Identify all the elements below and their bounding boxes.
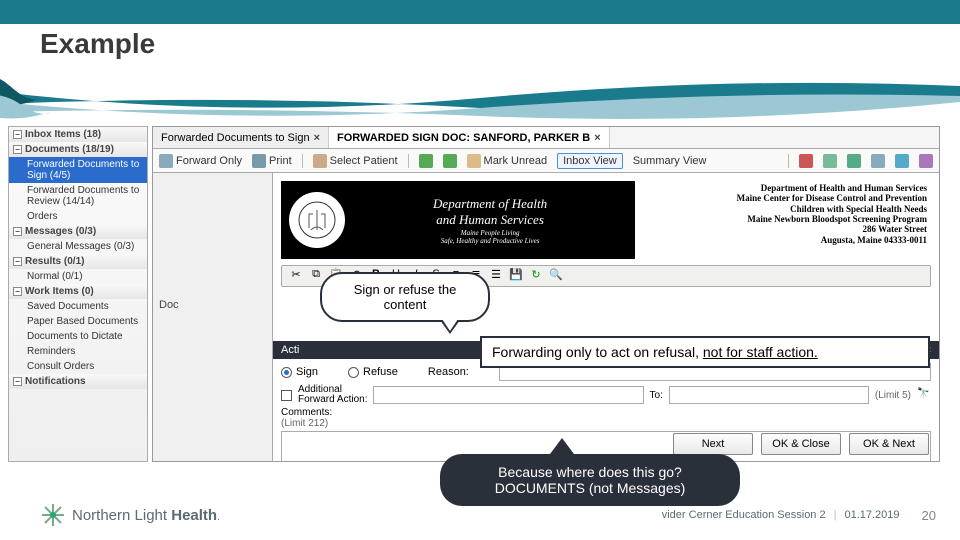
print-icon bbox=[252, 154, 266, 168]
tab-label: FORWARDED SIGN DOC: SANFORD, PARKER B bbox=[337, 132, 590, 144]
footer-session: vider Cerner Education Session 2 bbox=[662, 509, 826, 521]
ok-close-button[interactable]: OK & Close bbox=[761, 433, 841, 455]
prev-button[interactable] bbox=[419, 154, 433, 168]
callout-forwarding: Forwarding only to act on refusal, not f… bbox=[480, 336, 930, 368]
refuse-radio[interactable]: Refuse bbox=[348, 366, 398, 378]
inbox-view-button[interactable]: Inbox View bbox=[557, 153, 623, 169]
tree-item-paper-docs[interactable]: Paper Based Documents bbox=[9, 314, 147, 329]
footer-date: 01.17.2019 bbox=[844, 509, 899, 521]
tab-fwd-docs[interactable]: Forwarded Documents to Sign × bbox=[153, 127, 329, 148]
summary-view-button[interactable]: Summary View bbox=[633, 155, 707, 167]
tool-icon-5[interactable] bbox=[895, 154, 909, 168]
tree-group-notifications[interactable]: −Notifications bbox=[9, 374, 147, 389]
forward-action-label: Forward Action: bbox=[298, 395, 367, 405]
callout-where-goes: Because where does this go? DOCUMENTS (n… bbox=[440, 454, 740, 506]
tool-icon-1[interactable] bbox=[799, 154, 813, 168]
wave-decoration bbox=[0, 68, 960, 124]
refresh-icon[interactable]: ↻ bbox=[528, 268, 544, 284]
tabs: Forwarded Documents to Sign × FORWARDED … bbox=[153, 127, 939, 149]
state-seal-icon bbox=[289, 192, 345, 248]
patient-icon bbox=[313, 154, 327, 168]
tree-group-documents[interactable]: −Documents (18/19) bbox=[9, 142, 147, 157]
doc-row-label: Doc bbox=[159, 299, 179, 311]
arrow-down-icon bbox=[443, 154, 457, 168]
forward-icon bbox=[159, 154, 173, 168]
tree-item-reminders[interactable]: Reminders bbox=[9, 344, 147, 359]
forward-action-row: Additional Forward Action: To: (Limit 5)… bbox=[281, 385, 931, 405]
separator bbox=[408, 154, 409, 168]
tool-icon-3[interactable] bbox=[847, 154, 861, 168]
sign-radio[interactable]: Sign bbox=[281, 366, 318, 378]
list-icon[interactable]: ☰ bbox=[488, 268, 504, 284]
tab-label: Forwarded Documents to Sign bbox=[161, 132, 310, 144]
slide-title: Example bbox=[40, 28, 155, 60]
tree-item-fwd-review[interactable]: Forwarded Documents to Review (14/14) bbox=[9, 183, 147, 209]
tab-fwd-sign-doc[interactable]: FORWARDED SIGN DOC: SANFORD, PARKER B × bbox=[329, 127, 610, 148]
close-icon[interactable]: × bbox=[314, 132, 320, 144]
to-input[interactable] bbox=[669, 386, 869, 404]
logo-icon bbox=[40, 502, 66, 528]
inbox-tree: −Inbox Items (18) −Documents (18/19) For… bbox=[8, 126, 148, 462]
doc-header-right: Department of Health and Human Services … bbox=[641, 181, 931, 259]
scissors-icon[interactable]: ✂ bbox=[288, 268, 304, 284]
next-button[interactable]: Next bbox=[673, 433, 753, 455]
zoom-icon[interactable]: 🔍 bbox=[548, 268, 564, 284]
action-label: Acti bbox=[281, 344, 299, 356]
forward-action-select[interactable] bbox=[373, 386, 643, 404]
tree-group-work[interactable]: −Work Items (0) bbox=[9, 284, 147, 299]
tree-group-messages[interactable]: −Messages (0/3) bbox=[9, 224, 147, 239]
tree-item-saved-docs[interactable]: Saved Documents bbox=[9, 299, 147, 314]
left-column: Doc bbox=[153, 173, 273, 461]
tool-icon-6[interactable] bbox=[919, 154, 933, 168]
tree-item-consult[interactable]: Consult Orders bbox=[9, 359, 147, 374]
copy-icon[interactable]: ⧉ bbox=[308, 268, 324, 284]
app-panel: Forwarded Documents to Sign × FORWARDED … bbox=[152, 126, 940, 462]
select-patient-button[interactable]: Select Patient bbox=[313, 154, 398, 168]
tool-icon-2[interactable] bbox=[823, 154, 837, 168]
binoculars-icon[interactable]: 🔭 bbox=[917, 388, 931, 402]
content-area: Doc Department of Health and Human Servi… bbox=[153, 173, 939, 461]
tool-icon-4[interactable] bbox=[871, 154, 885, 168]
ok-next-button[interactable]: OK & Next bbox=[849, 433, 929, 455]
tree-group-results[interactable]: −Results (0/1) bbox=[9, 254, 147, 269]
tree-item-normal[interactable]: Normal (0/1) bbox=[9, 269, 147, 284]
print-button[interactable]: Print bbox=[252, 154, 292, 168]
envelope-icon bbox=[467, 154, 481, 168]
tree-item-dictate[interactable]: Documents to Dictate bbox=[9, 329, 147, 344]
next-button[interactable] bbox=[443, 154, 457, 168]
comments-label: Comments: bbox=[281, 407, 332, 418]
comments-limit: (Limit 212) bbox=[281, 418, 931, 429]
footer: Northern Light Health. vider Cerner Educ… bbox=[40, 502, 936, 528]
tree-item-fwd-sign[interactable]: Forwarded Documents to Sign (4/5) bbox=[9, 157, 147, 183]
reason-label: Reason: bbox=[428, 366, 469, 378]
separator bbox=[302, 154, 303, 168]
toolbar: Forward Only Print Select Patient Mark U… bbox=[153, 149, 939, 173]
additional-checkbox[interactable] bbox=[281, 390, 292, 401]
callout-sign-refuse: Sign or refuse the content bbox=[320, 272, 490, 322]
tree-group-inbox[interactable]: −Inbox Items (18) bbox=[9, 127, 147, 142]
doc-header-left: Department of Health and Human Services … bbox=[281, 181, 635, 259]
tree-item-general-msg[interactable]: General Messages (0/3) bbox=[9, 239, 147, 254]
limit-label: (Limit 5) bbox=[875, 390, 911, 401]
save-icon[interactable]: 💾 bbox=[508, 268, 524, 284]
forward-only-button[interactable]: Forward Only bbox=[159, 154, 242, 168]
mark-unread-button[interactable]: Mark Unread bbox=[467, 154, 548, 168]
to-label: To: bbox=[650, 390, 663, 401]
separator bbox=[788, 154, 789, 168]
tree-item-orders[interactable]: Orders bbox=[9, 209, 147, 224]
arrow-up-icon bbox=[419, 154, 433, 168]
doc-header: Department of Health and Human Services … bbox=[281, 181, 931, 259]
top-band bbox=[0, 0, 960, 24]
close-icon[interactable]: × bbox=[594, 132, 600, 144]
button-row: Next OK & Close OK & Next bbox=[673, 433, 929, 455]
brand-logo: Northern Light Health. bbox=[40, 502, 220, 528]
footer-page: 20 bbox=[922, 508, 936, 523]
